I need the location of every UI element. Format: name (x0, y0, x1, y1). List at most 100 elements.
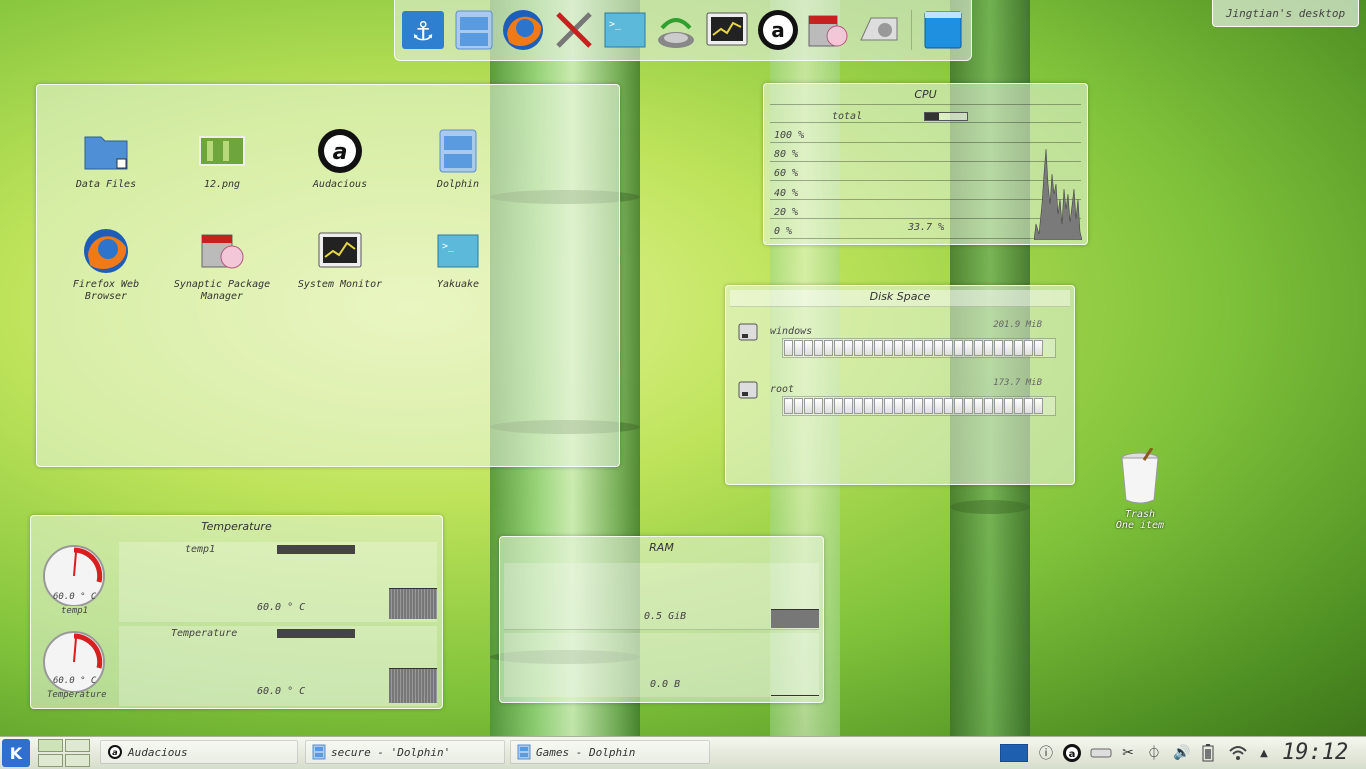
desktop-item-yakuake[interactable]: >_ Yakuake (403, 227, 513, 291)
file-cabinet-icon[interactable] (452, 8, 496, 52)
drive-usage-segment (864, 398, 873, 414)
package-manager-icon[interactable] (805, 8, 849, 52)
drive-usage-bar[interactable] (782, 338, 1056, 358)
drive-usage-segment (854, 340, 863, 356)
disk-utility-icon[interactable] (857, 8, 901, 52)
sensor-label: Temperature (171, 628, 238, 639)
desktop-name-label: Jingtian's desktop (1225, 6, 1346, 20)
desktop-item-synaptic[interactable]: Synaptic Package Manager (167, 227, 277, 303)
pager-desktop[interactable] (38, 739, 63, 752)
ram-history (771, 609, 819, 628)
drive-usage-segment (944, 398, 953, 414)
drive-usage-segment (974, 340, 983, 356)
desktop-name-tab[interactable]: Jingtian's desktop (1212, 0, 1359, 27)
drive-usage-segment (984, 398, 993, 414)
pager-desktop[interactable] (65, 739, 90, 752)
terminal-icon[interactable]: >_ (603, 8, 647, 52)
gauge-value: 60.0 ° C (53, 676, 97, 686)
drive-usage-segment (834, 398, 843, 414)
desktop-item-label: System Monitor (297, 279, 383, 290)
drive-usage-segment (894, 340, 903, 356)
desktop-item-dolphin[interactable]: Dolphin (403, 127, 513, 191)
launcher-dock: ⚓ >_ a (394, 0, 972, 61)
task-label: Games - Dolphin (536, 745, 636, 759)
sensor-value: 60.0 ° C (257, 602, 306, 613)
drive-usage-segment (914, 340, 923, 356)
task-audacious[interactable]: a Audacious (100, 740, 298, 764)
tools-icon[interactable] (552, 8, 596, 52)
desktop-item-firefox[interactable]: Firefox Web Browser (51, 227, 161, 303)
trash-item[interactable]: Trash One item (1100, 447, 1180, 531)
drive-usage-segment (824, 340, 833, 356)
drive-usage-segment (1024, 398, 1033, 414)
grid-line (770, 104, 1081, 105)
cpu-usage-fill (925, 113, 940, 120)
audacious-icon[interactable]: a (756, 8, 800, 52)
gauge-value: 60.0 ° C (53, 592, 97, 602)
drive-usage-segment (1014, 340, 1023, 356)
kde-menu-button[interactable]: K (2, 739, 30, 767)
audacious-tray-icon[interactable]: a (1062, 743, 1082, 763)
temperature-graph: temp1 60.0 ° C (119, 542, 437, 622)
clock[interactable]: 19:12 (1282, 740, 1348, 765)
desktop-item-label: Dolphin (436, 179, 480, 190)
drive-usage-segment (1014, 398, 1023, 414)
ram-value: 0.5 GiB (644, 611, 687, 622)
ram-row: 0.0 B (504, 633, 819, 697)
task-dolphin-secure[interactable]: secure - 'Dolphin' (305, 740, 505, 764)
network-icon[interactable] (654, 8, 698, 52)
desktop-item-audacious[interactable]: a Audacious (285, 127, 395, 191)
usb-icon[interactable]: ⏀ (1144, 743, 1164, 763)
cpu-history-graph (1034, 148, 1082, 240)
sensor-bar (277, 629, 355, 638)
info-icon[interactable]: ⓘ (1036, 743, 1056, 763)
drive-usage-segment (794, 340, 803, 356)
pager[interactable] (38, 739, 90, 767)
desktop-item-system-monitor[interactable]: System Monitor (285, 227, 395, 291)
monitor-icon (316, 227, 364, 275)
clipboard-scissors-icon[interactable]: ✂ (1118, 743, 1138, 763)
trash-label: Trash (1124, 509, 1156, 520)
battery-icon[interactable] (1198, 743, 1218, 763)
ram-widget: RAM 0.5 GiB 0.0 B (499, 536, 824, 703)
sensor-bar (277, 545, 355, 554)
task-label: Audacious (128, 745, 188, 759)
drive-size: 173.7 MiB (993, 378, 1042, 388)
volume-icon[interactable]: 🔊 (1172, 743, 1192, 763)
cpu-axis-label: 60 % (774, 168, 799, 179)
device-notifier-icon[interactable] (1090, 743, 1112, 763)
drive-usage-segment (1024, 340, 1033, 356)
desktop-item-label: 12.png (203, 179, 241, 190)
show-desktop-icon[interactable] (1000, 743, 1028, 763)
cpu-widget: CPU total 100 % 80 % 60 % 40 % 20 % 0 % … (763, 83, 1088, 245)
pager-desktop[interactable] (38, 754, 63, 767)
system-monitor-icon[interactable] (705, 8, 749, 52)
drive-usage-bar[interactable] (782, 396, 1056, 416)
task-dolphin-games[interactable]: Games - Dolphin (510, 740, 710, 764)
firefox-icon[interactable] (501, 8, 545, 52)
anchor-icon[interactable]: ⚓ (401, 8, 445, 52)
desktop-window-icon[interactable] (921, 8, 965, 52)
tray-expand-icon[interactable]: ▲ (1254, 743, 1274, 763)
drive-usage-segment (1034, 340, 1043, 356)
sensor-value: 60.0 ° C (257, 686, 306, 697)
desktop-item-data-files[interactable]: Data Files (51, 127, 161, 191)
desktop-item-label: Firefox Web Browser (72, 279, 140, 302)
wifi-icon[interactable] (1228, 743, 1248, 763)
drive-usage-segment (1004, 398, 1013, 414)
desktop-item-label: Synaptic Package Manager (173, 279, 271, 302)
grid-line (770, 142, 1081, 143)
drive-usage-segment (814, 398, 823, 414)
drive-usage-segment (874, 340, 883, 356)
temperature-graph: Temperature 60.0 ° C (119, 626, 437, 706)
drive-usage-segment (904, 340, 913, 356)
cpu-series-label: total (832, 111, 863, 122)
cpu-title: CPU (914, 88, 937, 101)
ram-row: 0.5 GiB (504, 563, 819, 630)
drive-usage-segment (1044, 340, 1053, 356)
desktop-item-12-png[interactable]: 12.png (167, 127, 277, 191)
drive-usage-segment (984, 340, 993, 356)
pager-desktop[interactable] (65, 754, 90, 767)
drive-usage-segment (994, 398, 1003, 414)
cpu-axis-label: 0 % (774, 226, 793, 237)
